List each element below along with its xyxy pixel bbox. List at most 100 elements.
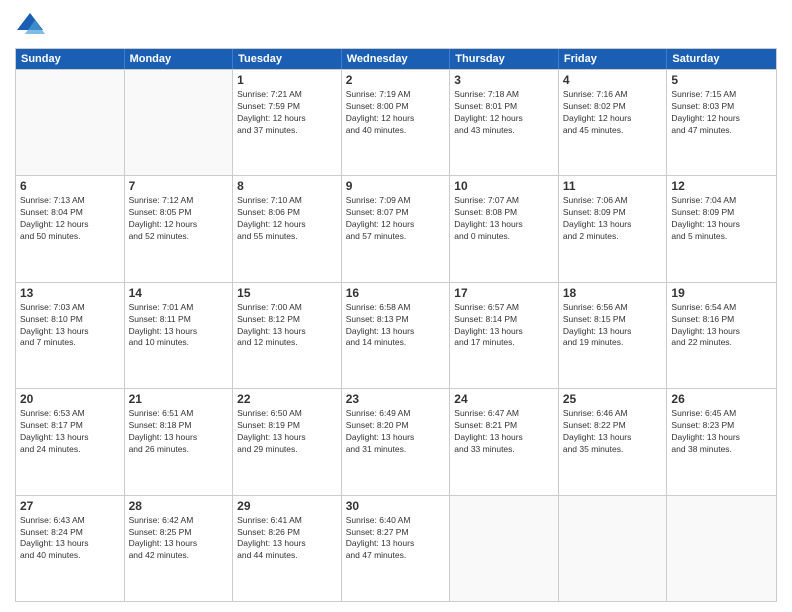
day-info: Sunrise: 7:18 AM Sunset: 8:01 PM Dayligh… (454, 89, 554, 137)
day-cell-24: 24Sunrise: 6:47 AM Sunset: 8:21 PM Dayli… (450, 389, 559, 494)
week-row-3: 13 Sunrise: 7:03 AM Sunset: 8:10 PM Dayli… (16, 282, 776, 388)
day-number: 3 (454, 73, 554, 87)
header-day-tuesday: Tuesday (233, 49, 342, 69)
day-cell-26: 26 Sunrise: 6:45 AM Sunset: 8:23 PM Dayli… (667, 389, 776, 494)
day-number: 2 (346, 73, 446, 87)
day-number: 16 (346, 286, 446, 300)
day-info: Sunrise: 7:16 AM Sunset: 8:02 PM Dayligh… (563, 89, 663, 137)
header-day-sunday: Sunday (16, 49, 125, 69)
day-number: 4 (563, 73, 663, 87)
day-info: Sunrise: 7:10 AM Sunset: 8:06 PM Dayligh… (237, 195, 337, 243)
day-info: Sunrise: 7:19 AM Sunset: 8:00 PM Dayligh… (346, 89, 446, 137)
day-cell-6: 6 Sunrise: 7:13 AM Sunset: 8:04 PM Daylig… (16, 176, 125, 281)
day-info: Sunrise: 7:06 AM Sunset: 8:09 PM Dayligh… (563, 195, 663, 243)
day-cell-4: 4 Sunrise: 7:16 AM Sunset: 8:02 PM Daylig… (559, 70, 668, 175)
day-cell-7: 7 Sunrise: 7:12 AM Sunset: 8:05 PM Daylig… (125, 176, 234, 281)
day-cell-empty-4-6 (667, 496, 776, 601)
day-info: Sunrise: 6:45 AM Sunset: 8:23 PM Dayligh… (671, 408, 772, 456)
day-info: Sunrise: 7:03 AM Sunset: 8:10 PM Dayligh… (20, 302, 120, 350)
day-cell-28: 28 Sunrise: 6:42 AM Sunset: 8:25 PM Dayli… (125, 496, 234, 601)
day-cell-10: 10 Sunrise: 7:07 AM Sunset: 8:08 PM Dayli… (450, 176, 559, 281)
day-info: Sunrise: 6:53 AM Sunset: 8:17 PM Dayligh… (20, 408, 120, 456)
day-info: Sunrise: 6:41 AM Sunset: 8:26 PM Dayligh… (237, 515, 337, 563)
day-info: Sunrise: 6:51 AM Sunset: 8:18 PM Dayligh… (129, 408, 229, 456)
day-number: 8 (237, 179, 337, 193)
header-day-saturday: Saturday (667, 49, 776, 69)
day-cell-11: 11 Sunrise: 7:06 AM Sunset: 8:09 PM Dayli… (559, 176, 668, 281)
day-number: 23 (346, 392, 446, 406)
day-info: Sunrise: 6:49 AM Sunset: 8:20 PM Dayligh… (346, 408, 446, 456)
day-number: 26 (671, 392, 772, 406)
day-cell-5: 5 Sunrise: 7:15 AM Sunset: 8:03 PM Daylig… (667, 70, 776, 175)
calendar: SundayMondayTuesdayWednesdayThursdayFrid… (15, 48, 777, 602)
week-row-4: 20 Sunrise: 6:53 AM Sunset: 8:17 PM Dayli… (16, 388, 776, 494)
day-info: Sunrise: 7:09 AM Sunset: 8:07 PM Dayligh… (346, 195, 446, 243)
day-cell-20: 20 Sunrise: 6:53 AM Sunset: 8:17 PM Dayli… (16, 389, 125, 494)
day-number: 15 (237, 286, 337, 300)
day-info: Sunrise: 7:01 AM Sunset: 8:11 PM Dayligh… (129, 302, 229, 350)
day-info: Sunrise: 6:50 AM Sunset: 8:19 PM Dayligh… (237, 408, 337, 456)
day-info: Sunrise: 7:07 AM Sunset: 8:08 PM Dayligh… (454, 195, 554, 243)
day-number: 7 (129, 179, 229, 193)
day-info: Sunrise: 7:13 AM Sunset: 8:04 PM Dayligh… (20, 195, 120, 243)
day-cell-25: 25 Sunrise: 6:46 AM Sunset: 8:22 PM Dayli… (559, 389, 668, 494)
day-number: 9 (346, 179, 446, 193)
day-number: 10 (454, 179, 554, 193)
day-info: Sunrise: 6:40 AM Sunset: 8:27 PM Dayligh… (346, 515, 446, 563)
header (15, 10, 777, 40)
day-info: Sunrise: 7:04 AM Sunset: 8:09 PM Dayligh… (671, 195, 772, 243)
day-info: Sunrise: 6:42 AM Sunset: 8:25 PM Dayligh… (129, 515, 229, 563)
day-cell-15: 15 Sunrise: 7:00 AM Sunset: 8:12 PM Dayli… (233, 283, 342, 388)
day-info: Sunrise: 6:43 AM Sunset: 8:24 PM Dayligh… (20, 515, 120, 563)
week-row-1: 1Sunrise: 7:21 AM Sunset: 7:59 PM Daylig… (16, 69, 776, 175)
day-info: Sunrise: 6:57 AM Sunset: 8:14 PM Dayligh… (454, 302, 554, 350)
day-number: 25 (563, 392, 663, 406)
day-cell-22: 22Sunrise: 6:50 AM Sunset: 8:19 PM Dayli… (233, 389, 342, 494)
day-info: Sunrise: 6:54 AM Sunset: 8:16 PM Dayligh… (671, 302, 772, 350)
day-cell-14: 14 Sunrise: 7:01 AM Sunset: 8:11 PM Dayli… (125, 283, 234, 388)
day-info: Sunrise: 6:46 AM Sunset: 8:22 PM Dayligh… (563, 408, 663, 456)
day-info: Sunrise: 6:56 AM Sunset: 8:15 PM Dayligh… (563, 302, 663, 350)
day-cell-8: 8 Sunrise: 7:10 AM Sunset: 8:06 PM Daylig… (233, 176, 342, 281)
day-cell-17: 17Sunrise: 6:57 AM Sunset: 8:14 PM Dayli… (450, 283, 559, 388)
calendar-header-row: SundayMondayTuesdayWednesdayThursdayFrid… (16, 49, 776, 69)
day-cell-9: 9 Sunrise: 7:09 AM Sunset: 8:07 PM Daylig… (342, 176, 451, 281)
day-number: 1 (237, 73, 337, 87)
day-number: 12 (671, 179, 772, 193)
day-number: 19 (671, 286, 772, 300)
day-number: 11 (563, 179, 663, 193)
day-info: Sunrise: 7:15 AM Sunset: 8:03 PM Dayligh… (671, 89, 772, 137)
header-day-thursday: Thursday (450, 49, 559, 69)
day-number: 5 (671, 73, 772, 87)
day-number: 18 (563, 286, 663, 300)
day-number: 24 (454, 392, 554, 406)
day-cell-21: 21 Sunrise: 6:51 AM Sunset: 8:18 PM Dayli… (125, 389, 234, 494)
day-cell-30: 30 Sunrise: 6:40 AM Sunset: 8:27 PM Dayli… (342, 496, 451, 601)
header-day-friday: Friday (559, 49, 668, 69)
header-day-monday: Monday (125, 49, 234, 69)
day-cell-29: 29Sunrise: 6:41 AM Sunset: 8:26 PM Dayli… (233, 496, 342, 601)
day-cell-empty-0-0 (16, 70, 125, 175)
day-cell-1: 1Sunrise: 7:21 AM Sunset: 7:59 PM Daylig… (233, 70, 342, 175)
day-cell-12: 12 Sunrise: 7:04 AM Sunset: 8:09 PM Dayli… (667, 176, 776, 281)
day-cell-13: 13 Sunrise: 7:03 AM Sunset: 8:10 PM Dayli… (16, 283, 125, 388)
day-number: 28 (129, 499, 229, 513)
day-cell-27: 27Sunrise: 6:43 AM Sunset: 8:24 PM Dayli… (16, 496, 125, 601)
day-number: 21 (129, 392, 229, 406)
day-cell-19: 19 Sunrise: 6:54 AM Sunset: 8:16 PM Dayli… (667, 283, 776, 388)
day-cell-empty-4-4 (450, 496, 559, 601)
day-cell-empty-4-5 (559, 496, 668, 601)
day-info: Sunrise: 7:00 AM Sunset: 8:12 PM Dayligh… (237, 302, 337, 350)
day-info: Sunrise: 6:58 AM Sunset: 8:13 PM Dayligh… (346, 302, 446, 350)
day-number: 13 (20, 286, 120, 300)
day-cell-23: 23 Sunrise: 6:49 AM Sunset: 8:20 PM Dayli… (342, 389, 451, 494)
day-number: 6 (20, 179, 120, 193)
day-cell-16: 16 Sunrise: 6:58 AM Sunset: 8:13 PM Dayli… (342, 283, 451, 388)
day-cell-empty-0-1 (125, 70, 234, 175)
day-number: 20 (20, 392, 120, 406)
day-number: 14 (129, 286, 229, 300)
day-cell-18: 18 Sunrise: 6:56 AM Sunset: 8:15 PM Dayli… (559, 283, 668, 388)
day-number: 30 (346, 499, 446, 513)
day-info: Sunrise: 7:12 AM Sunset: 8:05 PM Dayligh… (129, 195, 229, 243)
calendar-body: 1Sunrise: 7:21 AM Sunset: 7:59 PM Daylig… (16, 69, 776, 601)
